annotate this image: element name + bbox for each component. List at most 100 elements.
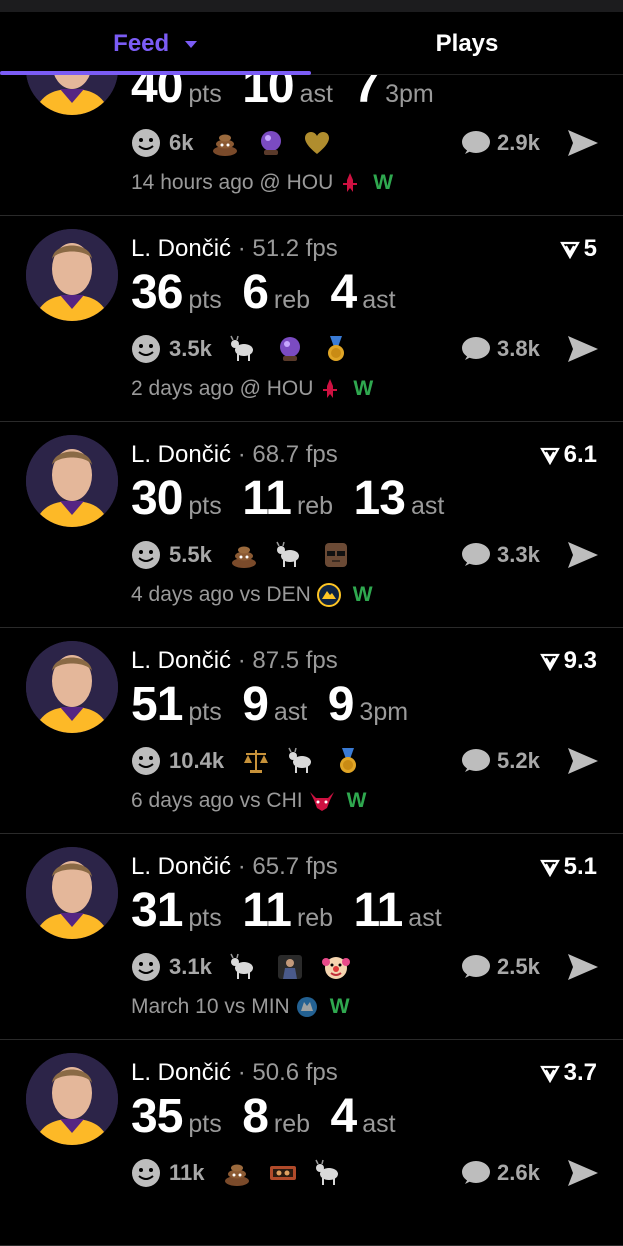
smiley-react-icon[interactable] <box>131 334 161 364</box>
stat-value: 11 <box>242 884 292 937</box>
stat: 31 pts <box>131 883 222 938</box>
stat-value: 11 <box>242 472 292 525</box>
rank-arrow-icon <box>539 1065 560 1083</box>
player-name[interactable]: L. Dončić <box>131 235 231 262</box>
feed-card[interactable]: L. Dončić · 50.6 fps 3.7 35 pts 8 reb 4 ast… <box>0 1039 623 1246</box>
player-name[interactable]: L. Dončić <box>131 441 231 468</box>
stat-value: 9 <box>327 678 355 731</box>
tab-feed[interactable]: Feed <box>0 12 311 74</box>
comments-button[interactable]: 3.3k <box>461 537 540 573</box>
goat-emoji-icon[interactable] <box>314 1159 343 1187</box>
stat-line: 36 pts 6 reb 4 ast <box>131 265 412 320</box>
goat-emoji-icon[interactable] <box>288 747 316 775</box>
reactions-bar[interactable]: 10.4k <box>131 743 380 779</box>
poop-emoji-icon[interactable] <box>211 129 239 157</box>
reactions-bar[interactable]: 5.5k <box>131 537 368 573</box>
player-avatar[interactable] <box>26 847 118 939</box>
smiley-react-icon[interactable] <box>131 540 161 570</box>
crystal-ball-emoji-icon[interactable] <box>257 129 285 157</box>
stat-unit: pts <box>188 1110 222 1138</box>
smiley-react-icon[interactable] <box>131 1158 161 1188</box>
comment-bubble-icon <box>462 337 490 360</box>
player-header: L. Dončić · 68.7 fps <box>131 441 338 469</box>
smiley-react-icon[interactable] <box>131 746 161 776</box>
gold-medal-emoji-icon[interactable] <box>334 747 362 775</box>
smiley-react-icon[interactable] <box>131 952 161 982</box>
sticker-emoji-icon[interactable] <box>269 1159 297 1187</box>
share-icon[interactable] <box>567 747 599 775</box>
chevron-down-icon[interactable] <box>184 40 198 49</box>
poop-emoji-icon[interactable] <box>230 541 258 569</box>
share-icon[interactable] <box>567 953 599 981</box>
rank-arrow-icon <box>559 241 580 259</box>
share-icon[interactable] <box>567 129 599 157</box>
stat-unit: pts <box>188 286 222 314</box>
reactions-bar[interactable]: 3.1k <box>131 949 368 985</box>
sunglasses-man-emoji-icon[interactable] <box>322 541 350 569</box>
player-header: L. Dončić · 87.5 fps <box>131 647 338 675</box>
feed-card[interactable]: L. Dončić · 68.7 fps 6.1 30 pts 11 reb 13 a… <box>0 421 623 628</box>
comments-button[interactable]: 2.9k <box>461 125 540 161</box>
player-name[interactable]: L. Dončić <box>131 1059 231 1086</box>
stat-unit: ast <box>273 698 308 726</box>
stat-value: 35 <box>131 1090 183 1143</box>
player-name[interactable]: L. Dončić <box>131 647 231 674</box>
clown-emoji-icon[interactable] <box>321 953 350 981</box>
feed-card[interactable]: L. Dončić · 87.5 fps 9.3 51 pts 9 ast 9 3pm… <box>0 627 623 834</box>
reactions-bar[interactable]: 11k <box>131 1155 361 1191</box>
stat: 6 reb <box>242 265 310 320</box>
goat-emoji-icon[interactable] <box>276 541 304 569</box>
comment-bubble-icon <box>462 1161 490 1184</box>
active-tab-indicator <box>0 71 311 75</box>
gold-heart-emoji-icon[interactable] <box>303 129 331 157</box>
rockets-logo-icon <box>323 379 338 398</box>
fantasy-points: · 65.7 fps <box>237 853 338 880</box>
player-avatar[interactable] <box>26 435 118 527</box>
goat-emoji-icon[interactable] <box>230 335 258 363</box>
smiley-react-icon[interactable] <box>131 128 161 158</box>
share-icon[interactable] <box>567 1159 599 1187</box>
gold-medal-emoji-icon[interactable] <box>322 335 350 363</box>
tab-plays[interactable]: Plays <box>311 12 623 74</box>
reaction-count: 3.5k <box>169 336 212 361</box>
player-avatar[interactable] <box>26 641 118 733</box>
stat-unit: ast <box>362 1110 396 1138</box>
game-time: 2 days ago @ HOU <box>131 377 314 400</box>
stat-value: 4 <box>330 1090 358 1143</box>
share-icon[interactable] <box>567 541 599 569</box>
stat: 11 ast <box>354 883 442 938</box>
comments-button[interactable]: 2.5k <box>461 949 540 985</box>
scales-emoji-icon[interactable] <box>242 747 270 775</box>
reaction-count: 10.4k <box>169 748 225 773</box>
poop-emoji-icon[interactable] <box>223 1159 251 1187</box>
tab-feed-label: Feed <box>113 30 170 57</box>
comments-button[interactable]: 2.6k <box>461 1155 540 1191</box>
stat-line: 30 pts 11 reb 13 ast <box>131 471 460 526</box>
stat-unit: pts <box>188 80 222 108</box>
game-result: W <box>353 377 374 400</box>
player-name[interactable]: L. Dončić <box>131 853 231 880</box>
rank-arrow-icon <box>539 447 560 465</box>
goat-emoji-icon[interactable] <box>230 953 258 981</box>
feed-card[interactable]: L. Dončić · 51.2 fps 5 36 pts 6 reb 4 ast 3… <box>0 215 623 422</box>
crystal-ball-emoji-icon[interactable] <box>276 335 304 363</box>
player-avatar[interactable] <box>26 229 118 321</box>
reactions-bar[interactable]: 3.5k <box>131 331 368 367</box>
player-avatar[interactable] <box>26 1053 118 1145</box>
tab-plays-label: Plays <box>435 30 499 57</box>
comments-button[interactable]: 3.8k <box>461 331 540 367</box>
feed-card[interactable]: L. Dončić · 65.7 fps 5.1 31 pts 11 reb 11 a… <box>0 833 623 1040</box>
game-result: W <box>346 789 367 812</box>
comments-button[interactable]: 5.2k <box>461 743 540 779</box>
comment-count: 3.8k <box>497 336 540 361</box>
fantasy-points: · 50.6 fps <box>237 1059 338 1086</box>
share-icon[interactable] <box>567 335 599 363</box>
player-photo-emoji-icon[interactable] <box>276 953 304 981</box>
stat-line: 51 pts 9 ast 9 3pm <box>131 677 424 732</box>
stat-unit: reb <box>273 1110 311 1138</box>
reactions-bar[interactable]: 6k <box>131 125 349 161</box>
nuggets-logo-icon <box>316 583 341 607</box>
stat: 9 3pm <box>328 677 408 732</box>
stat: 9 ast <box>242 677 307 732</box>
game-info: 6 days ago vs CHI W <box>131 789 366 813</box>
